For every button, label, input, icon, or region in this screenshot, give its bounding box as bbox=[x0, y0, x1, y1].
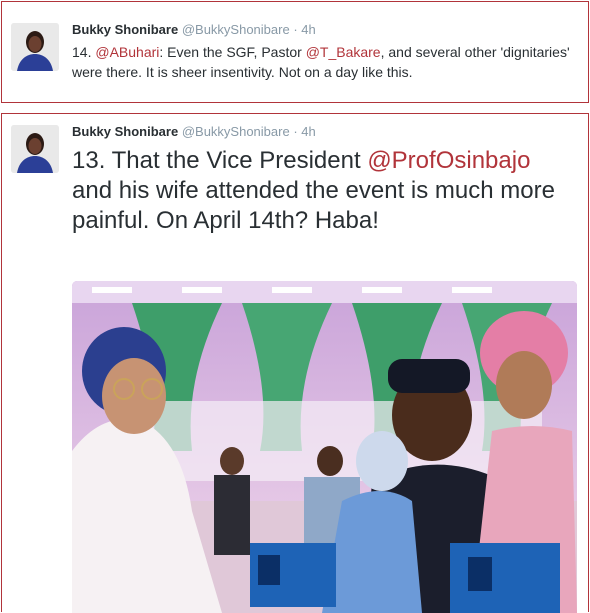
tweet-14[interactable]: Bukky Shonibare @BukkyShonibare · 4h 14.… bbox=[1, 1, 589, 103]
mention-t-bakare[interactable]: @T_Bakare bbox=[306, 44, 381, 60]
user-name[interactable]: Bukky Shonibare bbox=[72, 124, 178, 139]
user-handle[interactable]: @BukkyShonibare bbox=[182, 124, 290, 139]
mention-profosinbajo[interactable]: @ProfOsinbajo bbox=[367, 147, 530, 174]
text-rest: and his wife attended the event is much … bbox=[72, 177, 555, 234]
tweet-header: Bukky Shonibare @BukkyShonibare · 4h bbox=[72, 124, 316, 140]
tweet-text: 13. That the Vice President @ProfOsinbaj… bbox=[72, 146, 572, 236]
user-name[interactable]: Bukky Shonibare bbox=[72, 22, 178, 37]
text-prefix: 14. bbox=[72, 44, 96, 60]
mention-abuhari[interactable]: @ABuhari bbox=[95, 44, 159, 60]
user-handle[interactable]: @BukkyShonibare bbox=[182, 22, 290, 37]
tweet-text: 14. @ABuhari: Even the SGF, Pastor @T_Ba… bbox=[72, 42, 572, 82]
avatar[interactable] bbox=[11, 23, 59, 71]
tweet-13[interactable]: Bukky Shonibare @BukkyShonibare · 4h 13.… bbox=[1, 113, 589, 613]
tweet-header: Bukky Shonibare @BukkyShonibare · 4h bbox=[72, 22, 316, 38]
timestamp[interactable]: 4h bbox=[301, 124, 315, 139]
text-mid: : Even the SGF, Pastor bbox=[159, 44, 306, 60]
separator: · bbox=[293, 124, 298, 139]
separator: · bbox=[293, 22, 298, 37]
tweet-photo[interactable] bbox=[72, 281, 577, 613]
avatar[interactable] bbox=[11, 125, 59, 173]
text-prefix: 13. That the Vice President bbox=[72, 147, 368, 174]
timestamp[interactable]: 4h bbox=[301, 22, 315, 37]
